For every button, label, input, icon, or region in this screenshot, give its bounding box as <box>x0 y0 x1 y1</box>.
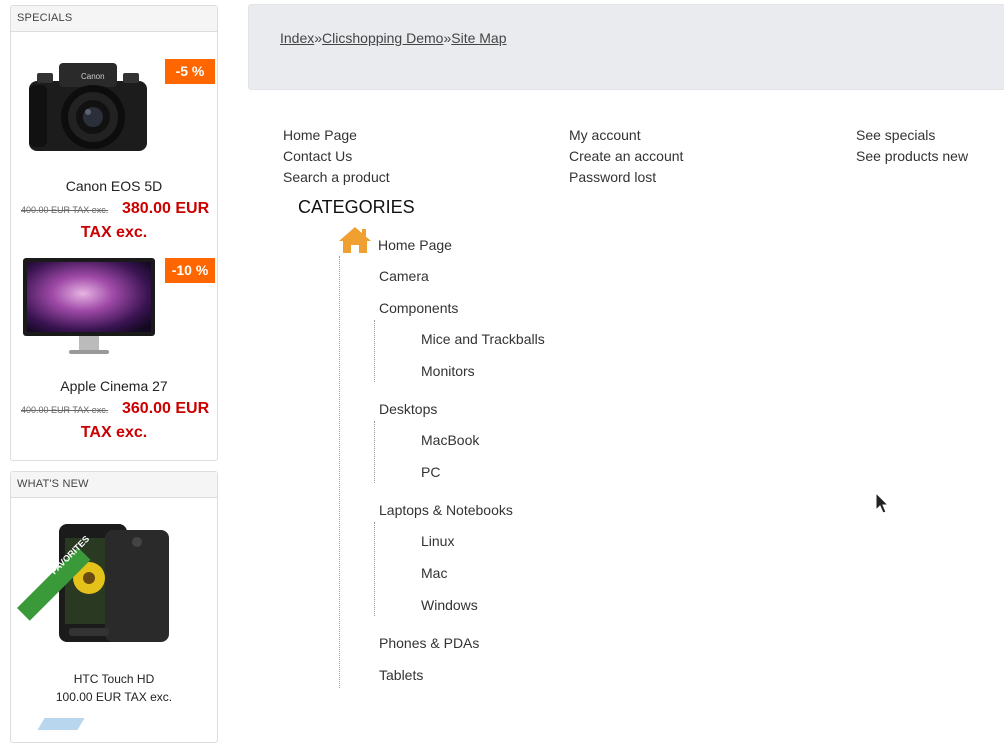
category-home-page[interactable]: Home Page <box>378 236 452 254</box>
link-search-product[interactable]: Search a product <box>283 167 390 188</box>
sitemap-links-products: See specials See products new <box>856 125 968 167</box>
old-price: 400.00 EUR TAX exc. <box>21 205 109 215</box>
category-pc[interactable]: PC <box>421 463 440 481</box>
apple-cinema-image[interactable] <box>23 256 155 360</box>
breadcrumb-separator: » <box>314 30 323 46</box>
tree-line <box>374 421 375 483</box>
link-my-account[interactable]: My account <box>569 125 683 146</box>
link-see-products-new[interactable]: See products new <box>856 146 968 167</box>
breadcrumb-clicshopping-demo[interactable]: Clicshopping Demo <box>322 30 443 46</box>
special-price: 360.00 EUR <box>122 400 210 417</box>
svg-text:Canon: Canon <box>81 72 105 81</box>
tax-label: TAX exc. <box>80 224 148 241</box>
discount-badge: -10 % <box>165 258 215 283</box>
specials-header: SPECIALS <box>11 6 217 32</box>
category-desktops[interactable]: Desktops <box>379 400 437 418</box>
sitemap-links-general: Home Page Contact Us Search a product <box>283 125 390 188</box>
category-macbook[interactable]: MacBook <box>421 431 479 449</box>
link-see-specials[interactable]: See specials <box>856 125 968 146</box>
breadcrumb-site-map[interactable]: Site Map <box>451 30 506 46</box>
category-mice-and-trackballs[interactable]: Mice and Trackballs <box>421 330 545 348</box>
product-name[interactable]: Apple Cinema 27 <box>11 378 217 394</box>
canon-camera-image[interactable]: Canon <box>23 55 155 159</box>
category-components[interactable]: Components <box>379 299 458 317</box>
link-home-page[interactable]: Home Page <box>283 125 390 146</box>
mouse-cursor-icon <box>875 492 889 514</box>
category-monitors[interactable]: Monitors <box>421 362 475 380</box>
product-name[interactable]: Canon EOS 5D <box>11 178 217 194</box>
home-icon[interactable] <box>338 226 372 254</box>
category-linux[interactable]: Linux <box>421 532 454 550</box>
product-price: 100.00 EUR TAX exc. <box>55 690 173 704</box>
link-create-account[interactable]: Create an account <box>569 146 683 167</box>
product-name[interactable]: HTC Touch HD <box>11 672 217 686</box>
link-contact-us[interactable]: Contact Us <box>283 146 390 167</box>
breadcrumb: Index»Clicshopping Demo»Site Map <box>280 30 507 46</box>
old-price: 400.00 EUR TAX exc. <box>21 405 109 415</box>
breadcrumb-bar: Index»Clicshopping Demo»Site Map <box>248 4 1004 90</box>
sitemap-links-account: My account Create an account Password lo… <box>569 125 683 188</box>
category-tablets[interactable]: Tablets <box>379 666 423 684</box>
special-price: 380.00 EUR <box>122 200 210 217</box>
category-laptops-notebooks[interactable]: Laptops & Notebooks <box>379 501 513 519</box>
discount-badge: -5 % <box>165 59 215 84</box>
whats-new-box: WHAT'S NEW FAVORITES HTC Touch HD 100.00… <box>10 471 218 743</box>
category-mac[interactable]: Mac <box>421 564 447 582</box>
tree-line <box>374 320 375 382</box>
category-windows[interactable]: Windows <box>421 596 478 614</box>
tax-label: TAX exc. <box>80 424 148 441</box>
category-phones-pdas[interactable]: Phones & PDAs <box>379 634 479 652</box>
specials-box: SPECIALS Canon -5 % Canon EOS 5D 400.00 … <box>10 5 218 461</box>
link-password-lost[interactable]: Password lost <box>569 167 683 188</box>
tree-line <box>374 522 375 616</box>
category-camera[interactable]: Camera <box>379 267 429 285</box>
tree-line <box>339 256 340 688</box>
categories-title: CATEGORIES <box>298 197 415 217</box>
breadcrumb-index[interactable]: Index <box>280 30 314 46</box>
whats-new-header: WHAT'S NEW <box>11 472 217 498</box>
next-ribbon-fragment <box>37 718 85 730</box>
